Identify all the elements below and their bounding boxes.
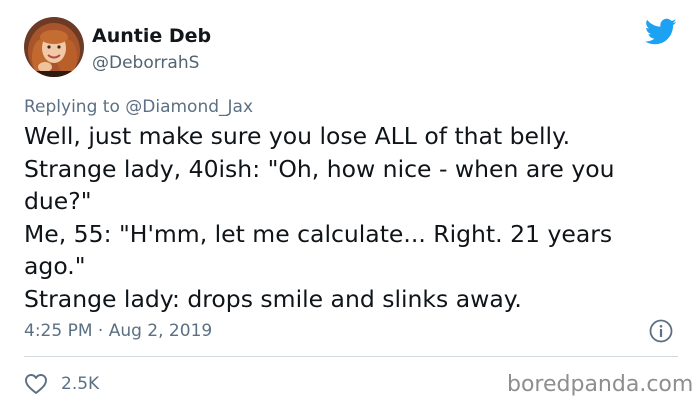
divider: [24, 356, 678, 357]
tweet-line: ago.": [24, 252, 86, 280]
twitter-bird-icon[interactable]: [645, 18, 677, 46]
tweet-line: Strange lady: drops smile and slinks awa…: [24, 284, 522, 313]
heart-icon[interactable]: [24, 372, 48, 396]
avatar-image: [24, 17, 84, 77]
display-name[interactable]: Auntie Deb: [92, 24, 211, 48]
watermark: boredpanda.com: [507, 372, 694, 397]
avatar[interactable]: [24, 17, 84, 77]
tweet-line: Strange lady, 40ish: "Oh, how nice - whe…: [24, 154, 615, 183]
tweet-timestamp[interactable]: 4:25 PM · Aug 2, 2019: [24, 320, 212, 342]
info-icon[interactable]: [649, 319, 673, 343]
tweet-line: Me, 55: "H'mm, let me calculate... Right…: [24, 219, 613, 248]
reply-target-link[interactable]: @Diamond_Jax: [125, 97, 253, 117]
reply-context: Replying to @Diamond_Jax: [24, 95, 253, 119]
like-button[interactable]: 2.5K: [24, 371, 99, 397]
like-count: 2.5K: [61, 374, 100, 394]
tweet-line: due?": [24, 187, 92, 215]
user-handle[interactable]: @DeborrahS: [92, 52, 199, 74]
reply-prefix: Replying to: [24, 97, 120, 117]
tweet-line: Well, just make sure you lose ALL of tha…: [24, 122, 571, 150]
tweet-text: Well, just make sure you lose ALL of tha…: [24, 120, 674, 315]
